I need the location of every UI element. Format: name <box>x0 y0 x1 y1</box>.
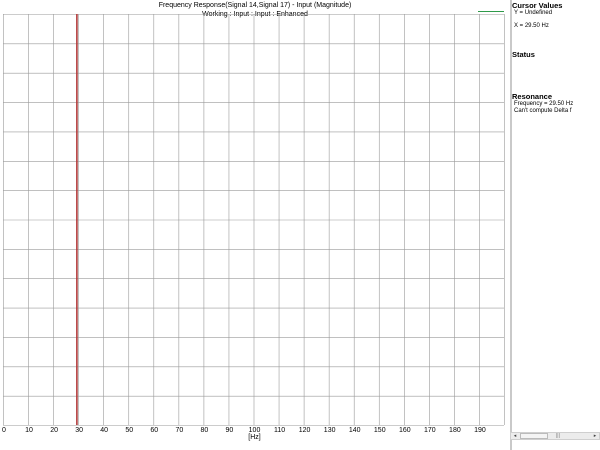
x-tick-label: 130 <box>323 427 336 434</box>
x-axis-unit-label: [Hz] <box>248 434 261 441</box>
x-tick-label: 60 <box>150 427 159 434</box>
x-tick-label: 170 <box>424 427 436 434</box>
status-heading: Status <box>512 50 535 59</box>
x-tick-label: 120 <box>298 427 311 434</box>
x-tick-label: 0 <box>2 427 6 434</box>
side-panel: Cursor Values Y = Undefined X = 29.50 Hz… <box>512 0 600 450</box>
x-tick-label: 190 <box>474 427 486 434</box>
x-tick-label: 150 <box>373 427 386 434</box>
x-tick-label: 70 <box>175 427 184 434</box>
x-tick-label: 10 <box>25 427 33 434</box>
x-tick-label: 30 <box>75 427 84 434</box>
resonance-delta: Can't compute Delta f <box>514 108 572 114</box>
x-tick-label: 160 <box>398 427 411 434</box>
x-tick-label: 40 <box>100 427 109 434</box>
resonance-heading: Resonance <box>512 92 553 101</box>
x-tick-label: 80 <box>200 427 209 434</box>
x-tick-label: 180 <box>449 427 461 434</box>
plot-canvas[interactable] <box>0 0 510 450</box>
scroll-left-arrow-icon[interactable]: ◂ <box>511 433 519 439</box>
scrollbar-thumb[interactable] <box>520 433 548 439</box>
cursor-x-value: X = 29.50 Hz <box>514 23 549 29</box>
x-tick-label: 90 <box>225 427 234 434</box>
cursor-values-heading: Cursor Values <box>512 1 563 10</box>
plot-area[interactable]: Frequency Response(Signal 14,Signal 17) … <box>0 0 510 450</box>
scroll-right-arrow-icon[interactable]: ▸ <box>591 433 599 439</box>
x-tick-label: 140 <box>348 427 361 434</box>
x-tick-label: 110 <box>273 427 286 434</box>
x-tick-label: 20 <box>50 427 58 434</box>
cursor-y-value: Y = Undefined <box>514 10 553 16</box>
scrollbar-grip-icon: ||| <box>556 433 560 439</box>
resonance-frequency: Frequency = 29.50 Hz <box>514 101 574 107</box>
x-tick-label: 50 <box>125 427 134 434</box>
horizontal-scrollbar[interactable]: ◂ ||| ▸ <box>510 432 600 440</box>
